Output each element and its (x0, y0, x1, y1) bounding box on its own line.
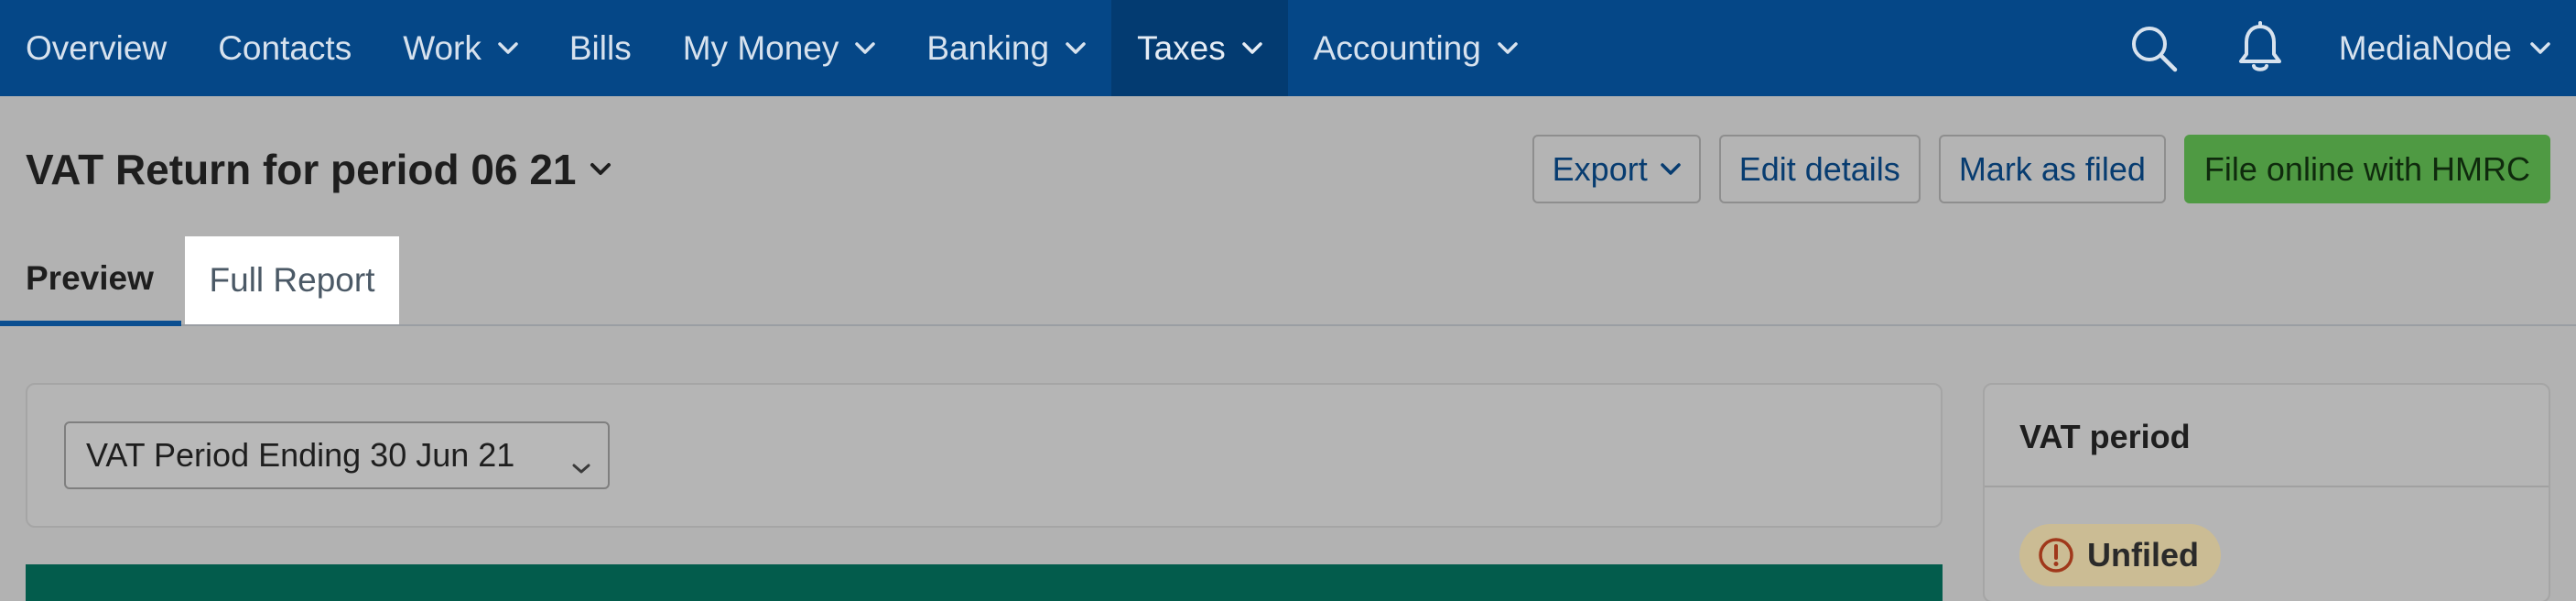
nav-bills[interactable]: Bills (544, 0, 657, 96)
tab-label: Full Report (209, 261, 375, 299)
nav-work[interactable]: Work (377, 0, 544, 96)
nav-label: Overview (26, 28, 168, 67)
page-title[interactable]: VAT Return for period 06 21 (26, 145, 612, 194)
account-menu[interactable]: MediaNode (2339, 29, 2576, 68)
nav-my-money[interactable]: My Money (657, 0, 902, 96)
nav-accounting[interactable]: Accounting (1288, 0, 1543, 96)
warning-icon (2038, 537, 2074, 574)
status-label: Unfiled (2087, 536, 2199, 574)
nav-banking[interactable]: Banking (901, 0, 1111, 96)
nav-taxes[interactable]: Taxes (1111, 0, 1288, 96)
chevron-down-icon (1066, 41, 1086, 55)
tab-full-report[interactable]: Full Report (185, 236, 399, 324)
tab-bar: Preview Full Report (0, 236, 2576, 326)
edit-details-button[interactable]: Edit details (1718, 135, 1921, 203)
nav-right-group: MediaNode (2127, 0, 2576, 96)
file-online-button[interactable]: File online with HMRC (2183, 135, 2550, 203)
nav-label: Banking (926, 28, 1050, 67)
header-actions: Export Edit details Mark as filed File o… (1532, 135, 2550, 203)
export-button[interactable]: Export (1532, 135, 1701, 203)
chevron-down-icon (590, 162, 612, 177)
period-card: VAT Period Ending 30 Jun 21 (26, 383, 1943, 528)
chevron-down-icon (2530, 41, 2550, 55)
page-title-text: VAT Return for period 06 21 (26, 146, 577, 193)
summary-banner (26, 564, 1943, 601)
nav-label: Taxes (1137, 28, 1226, 67)
nav-label: Bills (568, 28, 632, 67)
export-label: Export (1552, 149, 1648, 188)
bell-icon[interactable] (2233, 20, 2288, 76)
nav-contacts[interactable]: Contacts (192, 0, 377, 96)
nav-label: Work (403, 28, 482, 67)
chevron-down-icon (1498, 41, 1518, 55)
nav-label: Accounting (1313, 28, 1481, 67)
chevron-down-icon (855, 41, 876, 55)
tab-label: Preview (26, 259, 154, 297)
chevron-down-icon (1660, 162, 1681, 176)
nav-label: My Money (682, 28, 839, 67)
search-icon[interactable] (2127, 21, 2181, 76)
top-navigation: Overview Contacts Work Bills My Money Ba… (0, 0, 2576, 96)
chevron-down-icon (1242, 41, 1262, 55)
divider (1985, 486, 2549, 487)
edit-details-label: Edit details (1738, 149, 1900, 188)
vat-period-panel: VAT period Unfiled (1983, 383, 2550, 601)
mark-as-filed-button[interactable]: Mark as filed (1938, 135, 2166, 203)
chevron-down-icon (498, 41, 518, 55)
account-name: MediaNode (2338, 28, 2512, 67)
panel-title: VAT period (2019, 418, 2191, 455)
mark-as-filed-label: Mark as filed (1958, 149, 2146, 188)
file-online-label: File online with HMRC (2203, 149, 2530, 188)
status-badge: Unfiled (2019, 524, 2221, 586)
period-select-value: VAT Period Ending 30 Jun 21 (86, 436, 515, 474)
nav-overview[interactable]: Overview (0, 0, 192, 96)
chevron-down-icon (571, 445, 591, 484)
tab-preview[interactable]: Preview (0, 236, 181, 326)
period-select[interactable]: VAT Period Ending 30 Jun 21 (64, 421, 610, 489)
nav-label: Contacts (218, 28, 352, 67)
